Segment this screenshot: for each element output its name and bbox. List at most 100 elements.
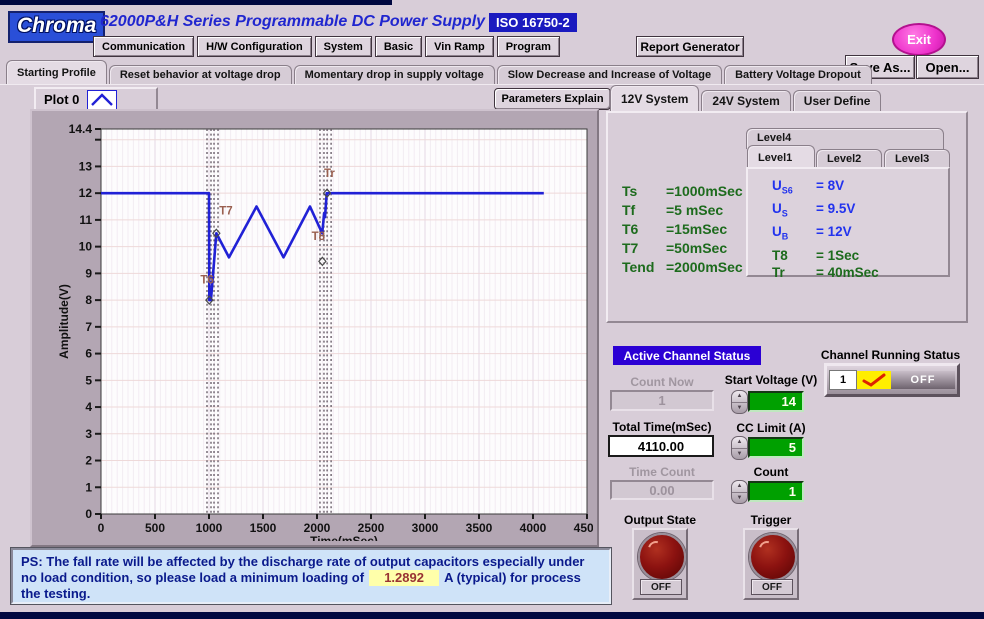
timing-param-ts: Ts=1000mSec [622,182,743,201]
menu-button-h-w-configuration[interactable]: H/W Configuration [197,36,312,57]
menu-button-program[interactable]: Program [497,36,560,57]
channel-running-status-control[interactable]: 1 OFF [824,363,960,397]
timing-param-name: T6 [622,220,666,239]
y-tick-label: 4 [85,400,92,414]
timing-param-value: =1000mSec [666,182,743,201]
check-icon[interactable] [857,371,891,389]
count-now-field [610,390,714,411]
start-voltage-stepper[interactable]: ▲▼ [731,390,748,414]
level-value-amount: = 8V [816,177,844,200]
tab-slow-decrease-and-increase-of-voltage[interactable]: Slow Decrease and Increase of Voltage [497,65,722,85]
y-axis-title: Amplitude(V) [57,284,71,359]
level-value-us: US= 9.5V [772,200,948,223]
x-tick-label: 2000 [304,521,331,535]
y-tick-label: 10 [79,240,93,254]
cursor-label-t8: T8 [312,231,326,243]
total-time-label: Total Time(mSec) [608,420,716,434]
open-button[interactable]: Open... [916,55,979,79]
tab-momentary-drop-in-supply-voltage[interactable]: Momentary drop in supply voltage [294,65,495,85]
level-value-us6: US6= 8V [772,177,948,200]
y-tick-label: 1 [85,480,92,494]
plot-name: Plot 0 [44,92,79,107]
running-channel-number: 1 [829,370,857,390]
x-tick-label: 4500 [574,521,593,535]
cc-limit-label: CC Limit (A) [716,421,826,435]
channel-running-status-title: Channel Running Status [818,348,963,362]
app-window: Chroma 62000P&H Series Programmable DC P… [0,0,984,619]
menu-button-system[interactable]: System [315,36,372,57]
tab-starting-profile[interactable]: Starting Profile [6,60,107,85]
tab-battery-voltage-dropout[interactable]: Battery Voltage Dropout [724,65,872,85]
level-values-panel: US6= 8VUS= 9.5VUB= 12VT8= 1SecTr= 40mSec [746,167,950,277]
level-value-t8: T8= 1Sec [772,247,948,265]
level-value-tr: Tr= 40mSec [772,264,948,282]
timing-parameters: Ts=1000mSecTf=5 mSecT6=15mSecT7=50mSecTe… [622,182,743,277]
count-field[interactable] [748,481,804,502]
tab-reset-behavior-at-voltage-drop[interactable]: Reset behavior at voltage drop [109,65,292,85]
x-tick-label: 1500 [250,521,277,535]
chroma-logo: Chroma [8,11,105,43]
timing-param-t7: T7=50mSec [622,239,743,258]
waveform-plot-area: T6T7T8Tr14.41312111098765432100500100015… [32,111,593,541]
cursor-label-t6: T6 [200,275,213,287]
parameters-explain-button[interactable]: Parameters Explain [494,88,611,110]
x-tick-label: 1000 [196,521,223,535]
cc-limit-field[interactable] [748,437,804,458]
x-tick-label: 2500 [358,521,385,535]
report-generator-button[interactable]: Report Generator [636,36,744,57]
menu-button-communication[interactable]: Communication [93,36,194,57]
y-tick-label: 0 [85,507,92,521]
level-value-name: US6 [772,177,816,200]
trigger-control: OFF [743,528,799,600]
x-tick-label: 3000 [412,521,439,535]
level-value-name: UB [772,223,816,246]
tab-level2[interactable]: Level2 [816,149,882,169]
timing-param-value: =15mSec [666,220,727,239]
y-tick-label: 2 [85,454,92,468]
running-status-value: OFF [891,371,955,389]
trigger-label: Trigger [742,513,800,527]
start-voltage-label: Start Voltage (V) [716,373,826,387]
x-tick-label: 4000 [520,521,547,535]
y-tick-label: 5 [85,373,92,387]
waveform-graph: T6T7T8Tr14.41312111098765432100500100015… [30,109,599,547]
iso-badge: ISO 16750-2 [489,13,577,32]
plot-line-style-icon[interactable] [87,90,117,110]
timing-param-name: Tf [622,201,666,220]
start-voltage-field[interactable] [748,391,804,412]
level-value-amount: = 1Sec [816,247,859,265]
output-state-control: OFF [632,528,688,600]
tab-user-define[interactable]: User Define [793,90,882,112]
trigger-value[interactable]: OFF [751,579,793,595]
exit-button[interactable]: Exit [892,23,946,56]
level-value-amount: = 40mSec [816,264,879,282]
tab-24v-system[interactable]: 24V System [701,90,790,112]
timing-param-name: T7 [622,239,666,258]
system-tab-bar: 12V System24V SystemUser Define [610,89,881,112]
tab-level3[interactable]: Level3 [884,149,950,169]
y-tick-label: 12 [79,186,93,200]
level-value-name: T8 [772,247,816,265]
level-value-name: Tr [772,264,816,282]
output-state-value[interactable]: OFF [640,579,682,595]
y-tick-label: 7 [85,320,92,334]
level-value-ub: UB= 12V [772,223,948,246]
cursor-label-t7: T7 [219,206,232,218]
trigger-knob[interactable] [749,533,797,581]
tab-page-divider [0,84,984,85]
desktop-strip-top [0,0,392,5]
tab-12v-system[interactable]: 12V System [610,85,699,112]
timing-param-value: =5 mSec [666,201,723,220]
total-time-field[interactable] [608,435,714,457]
level-value-amount: = 9.5V [816,200,855,223]
timing-param-t6: T6=15mSec [622,220,743,239]
ps-note: PS: The fall rate will be affected by th… [11,548,611,604]
count-stepper[interactable]: ▲▼ [731,480,748,504]
menu-button-basic[interactable]: Basic [375,36,422,57]
count-now-label: Count Now [612,375,712,389]
menu-button-vin-ramp[interactable]: Vin Ramp [425,36,494,57]
output-state-knob[interactable] [638,533,686,581]
cc-limit-stepper[interactable]: ▲▼ [731,436,748,460]
menu-bar: CommunicationH/W ConfigurationSystemBasi… [93,36,560,57]
y-tick-label: 8 [85,293,92,307]
